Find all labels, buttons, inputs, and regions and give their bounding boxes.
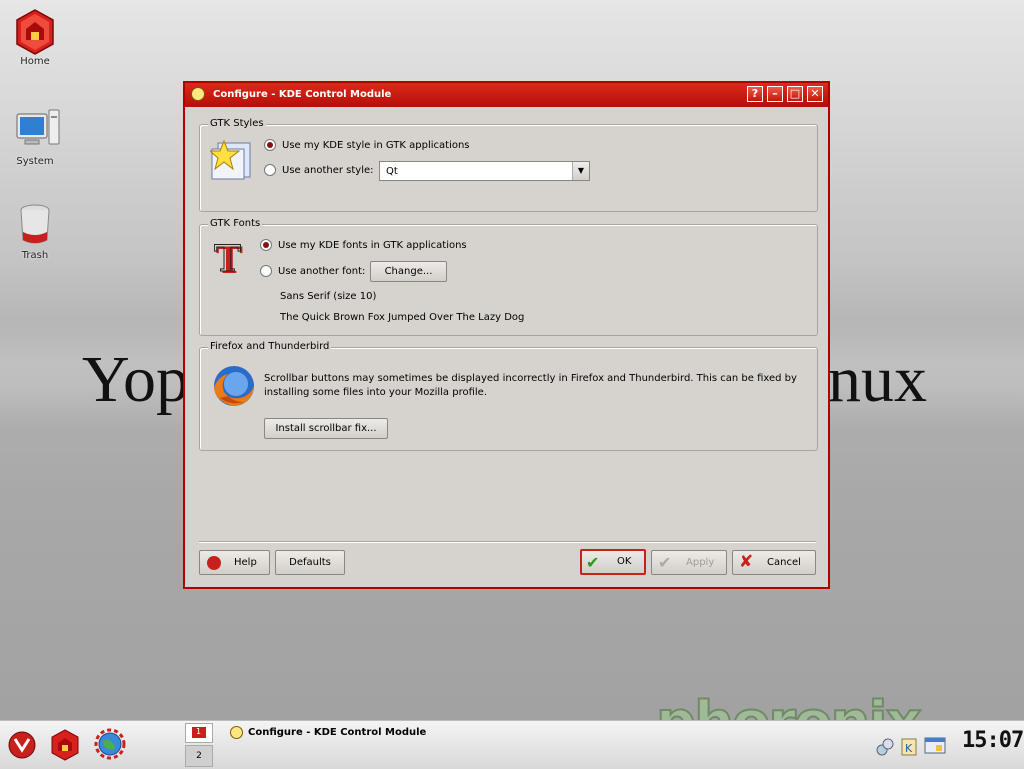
gtk-styles-legend: GTK Styles	[208, 118, 266, 129]
desktop-icon-label: Trash	[21, 250, 49, 261]
gtk-fonts-group: GTK Fonts T T Use my KDE fonts in GTK ap…	[199, 218, 818, 336]
radio-kde-fonts-label[interactable]: Use my KDE fonts in GTK applications	[278, 240, 467, 251]
wallpaper-text-right: nux	[828, 343, 927, 416]
apply-button-label: Apply	[686, 557, 715, 568]
gtk-fonts-legend: GTK Fonts	[208, 218, 263, 229]
minimize-button[interactable]: –	[767, 86, 783, 102]
wallpaper-text-left: Yop	[82, 343, 190, 416]
close-button[interactable]: ✕	[807, 86, 823, 102]
desktop-icon-label: System	[16, 156, 54, 167]
taskbar-item-label: Configure - KDE Control Module	[248, 727, 427, 738]
help-title-button[interactable]: ?	[747, 86, 763, 102]
radio-other-font[interactable]	[260, 265, 272, 277]
trash-icon	[13, 202, 57, 246]
title-bar[interactable]: Configure - KDE Control Module ? – □ ✕	[185, 83, 828, 107]
tray-network-icon[interactable]	[876, 738, 894, 756]
chevron-down-icon[interactable]: ▼	[572, 162, 589, 180]
cancel-button[interactable]: ✘ Cancel	[732, 550, 816, 575]
taskbar-item[interactable]: Configure - KDE Control Module	[226, 724, 526, 744]
font-preview-text: The Quick Brown Fox Jumped Over The Lazy…	[280, 312, 525, 323]
tray-updates-icon[interactable]	[924, 735, 946, 755]
kmenu-icon[interactable]	[7, 730, 37, 760]
radio-kde-fonts[interactable]	[260, 239, 272, 251]
clock[interactable]: 15:07	[962, 728, 1024, 753]
style-icon	[208, 139, 254, 184]
tray-klipper-icon[interactable]: K	[900, 736, 918, 756]
configure-dialog: Configure - KDE Control Module ? – □ ✕ G…	[183, 81, 830, 589]
desktop-icon-trash[interactable]: Trash	[5, 202, 65, 261]
firefox-message: Scrollbar buttons may sometimes be displ…	[264, 373, 797, 398]
firefox-legend: Firefox and Thunderbird	[208, 341, 332, 352]
pager-number-1: 1	[196, 727, 202, 736]
button-separator	[199, 541, 816, 543]
firefox-icon	[210, 362, 258, 413]
desktop-icon-system[interactable]: System	[5, 108, 65, 167]
radio-kde-style-label[interactable]: Use my KDE style in GTK applications	[282, 140, 470, 151]
maximize-button[interactable]: □	[787, 86, 803, 102]
desktop-pager-2[interactable]: 2	[185, 745, 213, 767]
checkmark-disabled-icon: ✔	[658, 553, 672, 572]
radio-kde-style[interactable]	[264, 139, 276, 151]
desktop-pager-1[interactable]: 1	[185, 723, 213, 743]
home-launcher-icon[interactable]	[50, 729, 80, 761]
gtk-styles-group: GTK Styles Use my KDE style in GTK appli…	[199, 118, 818, 212]
help-icon	[207, 556, 221, 570]
kde-app-icon[interactable]	[191, 87, 205, 101]
help-button-label: Help	[234, 557, 257, 568]
firefox-group: Firefox and Thunderbird Scrollbar button…	[199, 341, 818, 451]
install-scrollbar-fix-button[interactable]: Install scrollbar fix...	[264, 418, 388, 439]
change-font-button[interactable]: Change...	[370, 261, 447, 282]
computer-icon	[13, 108, 60, 152]
cancel-x-icon: ✘	[739, 552, 754, 572]
defaults-button[interactable]: Defaults	[275, 550, 345, 575]
font-icon: T T	[214, 238, 248, 284]
style-select-value: Qt	[386, 166, 398, 177]
browser-launcher-icon[interactable]	[94, 728, 126, 760]
radio-other-font-label[interactable]: Use another font:	[278, 266, 365, 277]
desktop-icon-home[interactable]: Home	[5, 8, 65, 67]
svg-text:T: T	[214, 239, 241, 280]
radio-other-style-label[interactable]: Use another style:	[282, 165, 374, 176]
ok-button[interactable]: ✔ OK	[580, 549, 646, 575]
cancel-button-label: Cancel	[767, 557, 801, 568]
desktop-icon-label: Home	[20, 56, 50, 67]
help-button[interactable]: Help	[199, 550, 270, 575]
apply-button[interactable]: ✔ Apply	[651, 550, 727, 575]
checkmark-icon: ✔	[586, 553, 600, 572]
current-font-name: Sans Serif (size 10)	[280, 291, 377, 302]
home-icon	[13, 8, 57, 55]
radio-other-style[interactable]	[264, 164, 276, 176]
kde-app-icon	[230, 726, 243, 739]
ok-button-label: OK	[617, 556, 632, 567]
style-select[interactable]: Qt ▼	[379, 161, 590, 181]
svg-text:K: K	[905, 742, 913, 755]
window-title: Configure - KDE Control Module	[213, 89, 392, 100]
